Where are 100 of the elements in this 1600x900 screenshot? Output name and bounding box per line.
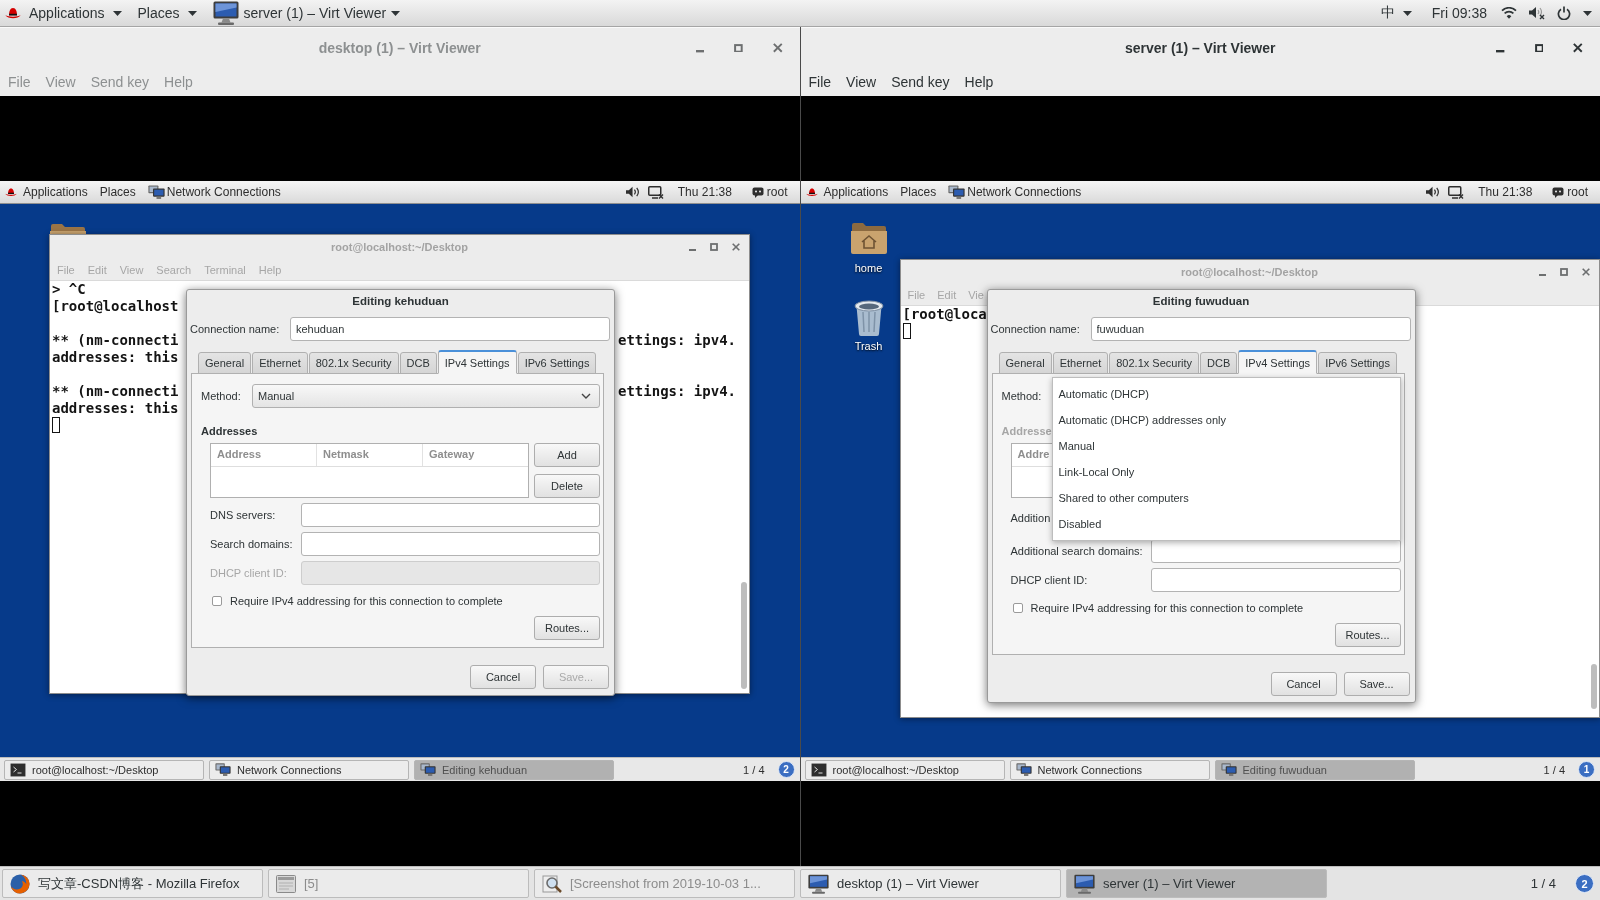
text-field[interactable] [1150, 539, 1401, 563]
speaker-muted-icon[interactable] [1529, 6, 1545, 20]
folder-icon[interactable] [50, 223, 86, 234]
task-button[interactable]: Editing fuwuduan [1214, 759, 1415, 780]
tab[interactable]: General [198, 352, 252, 374]
speaker-icon [625, 186, 640, 198]
field-label: Addition [1010, 511, 1051, 526]
caret-icon [1583, 10, 1592, 16]
task-button[interactable]: server (1) – Virt Viewer [1066, 869, 1327, 898]
user-menu[interactable]: root [1546, 181, 1594, 203]
menu-item[interactable]: File [808, 74, 832, 90]
chevron-icon [581, 393, 591, 399]
panel-menu[interactable]: Applications [21, 0, 130, 26]
window-menu[interactable]: Network Connections [141, 181, 287, 203]
scrollbar[interactable] [741, 581, 747, 689]
caret-icon [1402, 10, 1412, 16]
input-method-menu[interactable]: 中 [1374, 0, 1418, 26]
task-button[interactable]: Editing kehuduan [414, 759, 614, 780]
terminal-icon [10, 762, 26, 777]
home-folder-icon[interactable] [850, 220, 887, 256]
wifi-icon[interactable] [1501, 7, 1517, 19]
monitor-icon [1074, 873, 1095, 894]
terminal-icon [810, 762, 827, 777]
tab[interactable]: DCB [399, 352, 437, 374]
field-label: Method: [1001, 390, 1042, 402]
workspace-indicator[interactable]: 1 / 4 [1543, 763, 1565, 776]
task-button[interactable]: root@localhost:~/Desktop [4, 759, 204, 780]
notification-counter[interactable]: 1 [1578, 761, 1595, 778]
hat-icon [805, 187, 818, 197]
menu-option[interactable]: Disabled [1052, 511, 1400, 537]
text-field[interactable] [300, 532, 600, 556]
task-button[interactable]: Network Connections [209, 759, 409, 780]
notification-counter[interactable]: 2 [1575, 874, 1594, 893]
dialog-button[interactable]: Cancel [1270, 672, 1337, 696]
computer-icon [647, 185, 664, 199]
checkbox-label: Require IPv4 addressing for this connection to complete [1030, 602, 1304, 614]
scrollbar[interactable] [1590, 663, 1597, 709]
desktop-icon-label[interactable]: Trash [854, 340, 883, 353]
tab[interactable]: IPv4 Settings [437, 350, 517, 374]
section-label: Addresse [1001, 424, 1052, 439]
menu-item[interactable]: Send key [891, 74, 950, 90]
minimize-icon[interactable] [1538, 274, 1546, 276]
text-field[interactable]: kehuduan [290, 317, 610, 341]
window-menu[interactable]: server (1) – Virt Viewer [204, 0, 409, 26]
method-dropdown[interactable]: Manual [252, 384, 600, 408]
dialog-title: Editing kehuduan [352, 294, 449, 309]
panel-menu[interactable]: Places [894, 181, 943, 203]
text-field[interactable]: fuwuduan [1090, 317, 1411, 341]
tab[interactable]: Ethernet [1052, 352, 1109, 374]
menu-option[interactable]: Automatic (DHCP) [1052, 381, 1400, 407]
delete-button[interactable]: Delete [534, 474, 600, 498]
workspace-indicator[interactable]: 1 / 4 [1530, 876, 1556, 891]
tab[interactable]: 802.1x Security [1109, 352, 1200, 374]
dialog-button[interactable]: Cancel [470, 665, 536, 689]
window-menu[interactable]: Network Connections [942, 181, 1088, 203]
menu-option[interactable]: Automatic (DHCP) addresses only [1052, 407, 1400, 433]
task-button[interactable]: 写文章-CSDN博客 - Mozilla Firefox [2, 869, 263, 898]
monitor-icon [212, 1, 239, 25]
task-button[interactable]: desktop (1) – Virt Viewer [800, 869, 1061, 898]
menu-item[interactable]: View [846, 74, 877, 90]
minimize-icon[interactable] [1496, 50, 1505, 53]
text-field[interactable] [300, 503, 600, 527]
menu-item[interactable]: Help [964, 74, 994, 90]
checkbox[interactable] [212, 596, 222, 606]
terminal-text: [root@localhost [52, 298, 179, 315]
field-label: Additional search domains: [1010, 545, 1143, 557]
power-icon[interactable] [1557, 6, 1571, 20]
tab[interactable]: 802.1x Security [308, 352, 399, 374]
checkbox[interactable] [1012, 603, 1023, 613]
caret-icon [112, 10, 122, 16]
text-field[interactable] [1150, 568, 1401, 592]
workspace-indicator[interactable]: 1 / 4 [743, 763, 765, 776]
tab[interactable]: DCB [1200, 352, 1238, 374]
clock[interactable]: Thu 21:38 [671, 181, 738, 203]
routes-button[interactable]: Routes... [534, 616, 600, 640]
notification-counter[interactable]: 2 [777, 761, 795, 778]
add-button[interactable]: Add [534, 443, 600, 467]
routes-button[interactable]: Routes... [1334, 623, 1401, 647]
dialog-button[interactable]: Save... [1343, 672, 1410, 696]
maximize-icon[interactable] [1534, 43, 1544, 53]
monitor-icon [1015, 763, 1032, 776]
desktop-icon-label[interactable]: home [854, 262, 883, 275]
close-icon[interactable] [1573, 43, 1583, 53]
tab[interactable]: IPv6 Settings [1318, 352, 1397, 374]
tab[interactable]: IPv6 Settings [517, 352, 597, 374]
clock[interactable]: Thu 21:38 [1472, 181, 1539, 203]
panel-menu[interactable]: Places [129, 0, 205, 26]
trash-icon[interactable] [853, 300, 884, 336]
tab[interactable]: Ethernet [252, 352, 308, 374]
tab[interactable]: IPv4 Settings [1238, 350, 1318, 374]
monitor-icon [420, 763, 436, 776]
minimize-icon[interactable] [695, 50, 705, 53]
user-menu[interactable]: root [745, 181, 794, 203]
panel-menu[interactable]: Applications [817, 181, 895, 203]
task-button[interactable]: Network Connections [1009, 759, 1210, 780]
task-button[interactable]: root@localhost:~/Desktop [804, 759, 1005, 780]
panel-menu[interactable]: Applications [17, 181, 94, 203]
tab[interactable]: General [998, 352, 1052, 374]
panel-menu[interactable]: Places [93, 181, 142, 203]
clock[interactable]: Fri 09:38 [1417, 0, 1501, 26]
